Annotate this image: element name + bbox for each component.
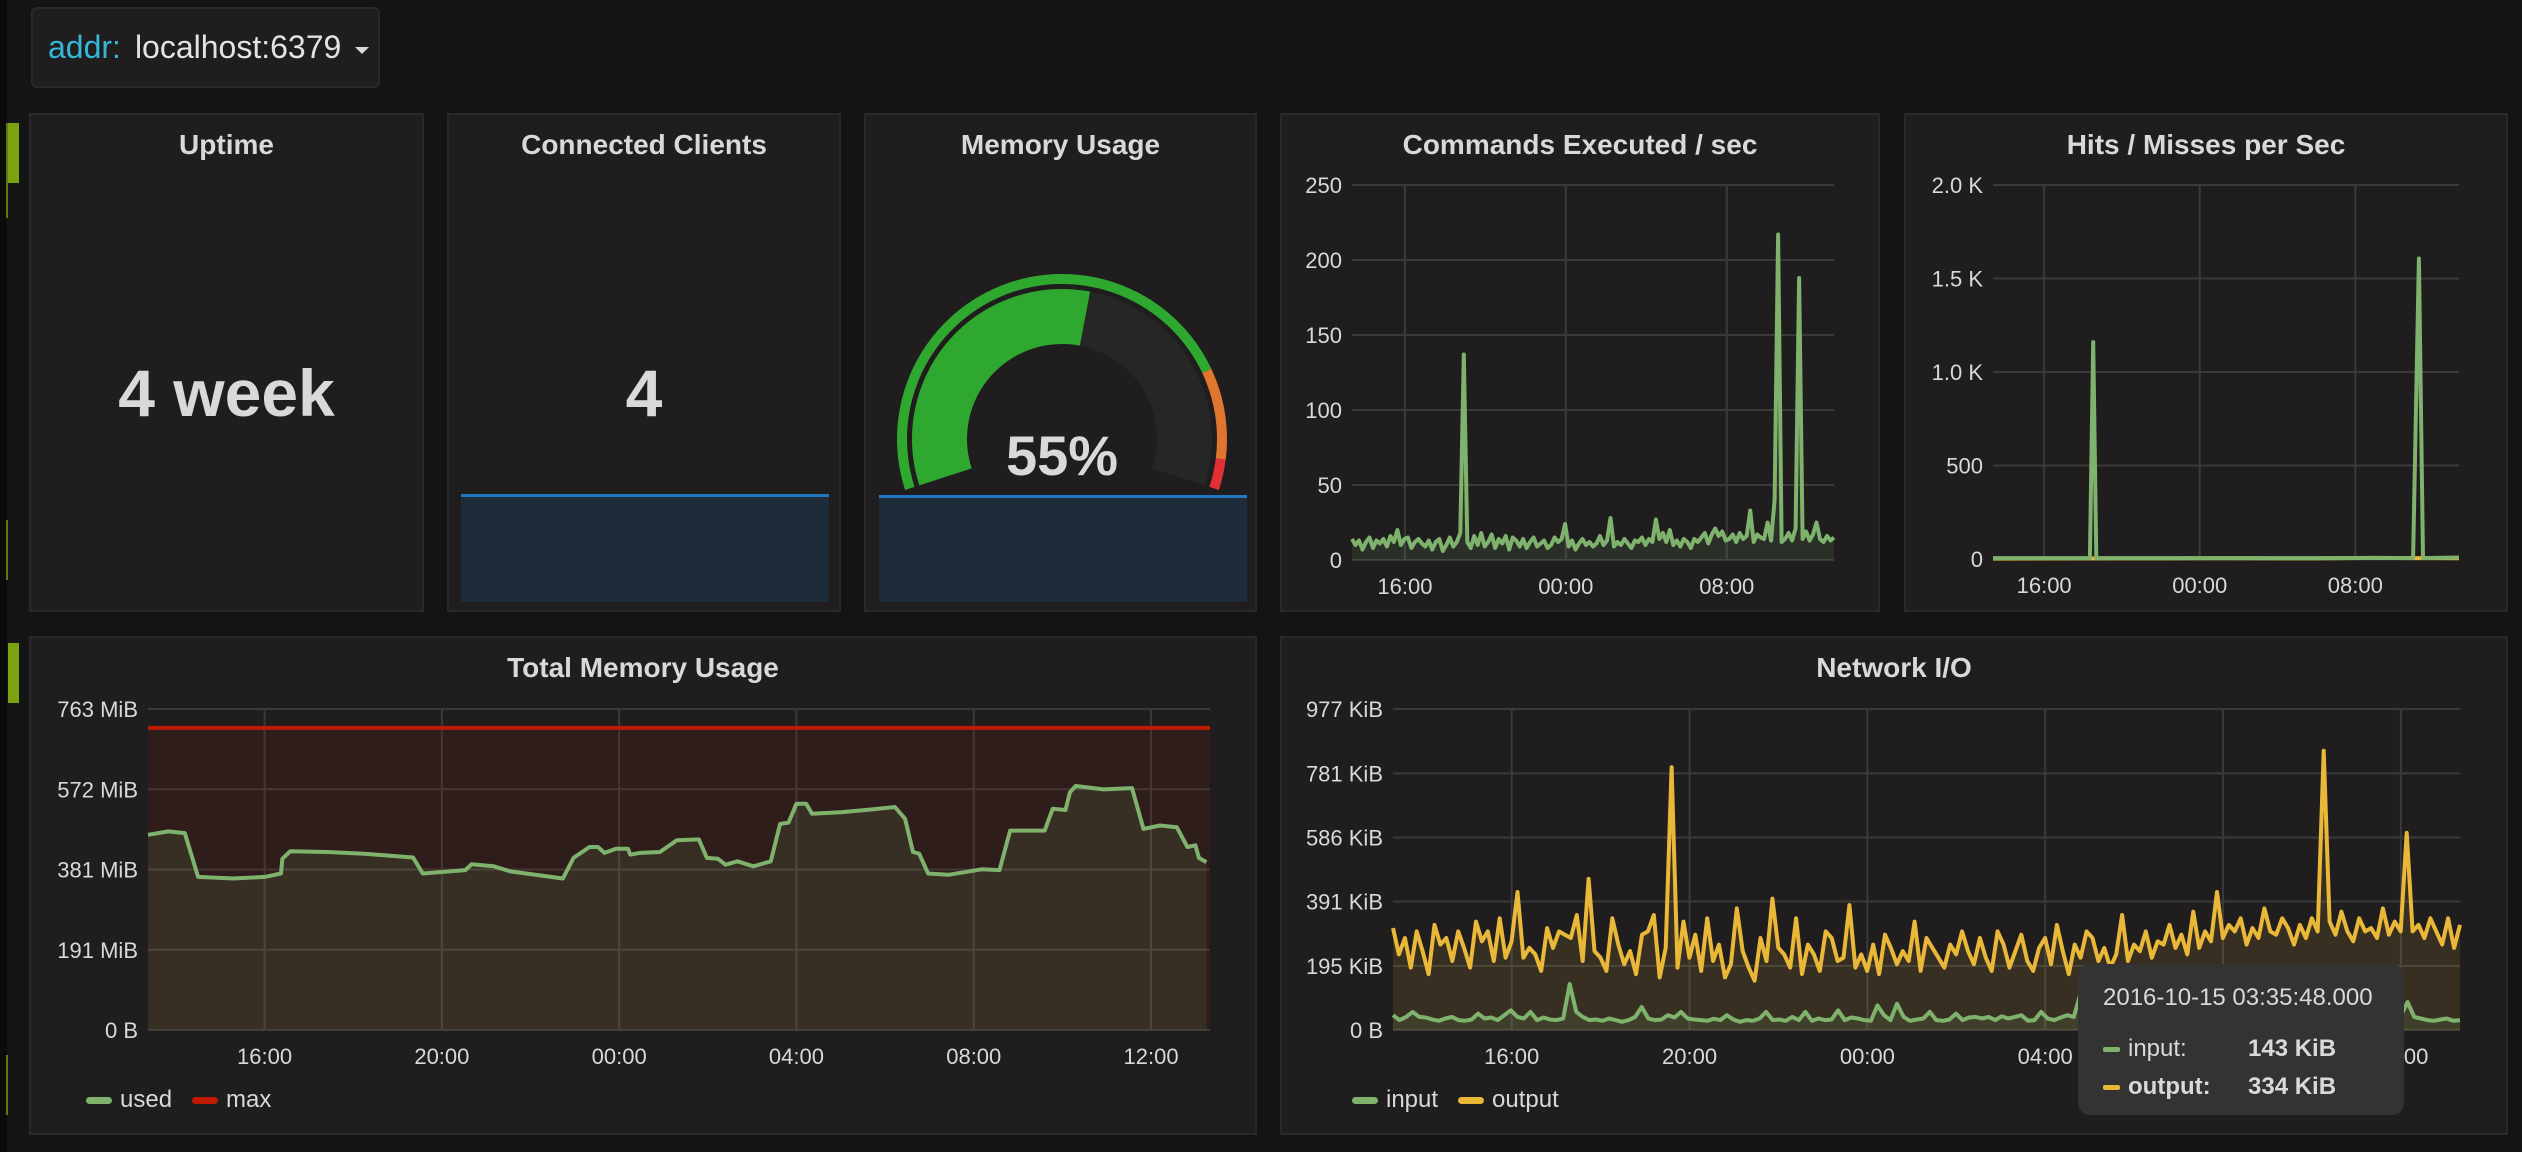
- memory-gauge: 55%: [897, 273, 1227, 490]
- y-tick-label: 0: [1971, 547, 1983, 572]
- x-tick-label: 08:00: [2328, 573, 2383, 598]
- tooltip-series-value: 143 KiB: [2248, 1035, 2337, 1062]
- legend-swatch: [86, 1096, 112, 1104]
- variable-selector[interactable]: addr: localhost:6379: [31, 7, 380, 88]
- legend-label: used: [120, 1086, 173, 1113]
- connected-clients-value: 4: [625, 356, 663, 430]
- y-tick-label: 391 KiB: [1306, 890, 1383, 915]
- legend-label: output: [1492, 1086, 1559, 1113]
- y-tick-label: 195 KiB: [1306, 954, 1383, 979]
- series-line-hits[interactable]: [1993, 256, 2460, 561]
- x-tick-label: 12:00: [1124, 1044, 1179, 1069]
- panel-uptime: Uptime 4 week: [29, 113, 424, 612]
- memory-usage-value: 55%: [1006, 424, 1118, 487]
- legend-item-output[interactable]: output: [1458, 1086, 1559, 1114]
- panel-total-memory-usage: Total Memory Usage 0 B 191 MiB 381 MiB 572 …: [29, 636, 1257, 1135]
- y-tick-label: 50: [1318, 473, 1342, 498]
- row-indicator: [6, 123, 8, 218]
- variable-value-dropdown[interactable]: localhost:6379: [135, 29, 341, 66]
- legend-swatch: [1458, 1096, 1485, 1104]
- gauge-threshold-crit: [1209, 458, 1226, 490]
- tooltip-series-value: 334 KiB: [2248, 1073, 2337, 1100]
- x-tick-label: 20:00: [1662, 1044, 1717, 1069]
- panel-memory-usage: Memory Usage 55%: [864, 113, 1257, 612]
- tooltip-swatch: [2103, 1084, 2120, 1090]
- y-tick-label: 250: [1305, 173, 1342, 198]
- y-tick-label: 0 B: [1350, 1018, 1383, 1043]
- y-tick-label: 2.0 K: [1932, 173, 1984, 198]
- tooltip-swatch: [2103, 1046, 2120, 1052]
- y-tick-label: 1.0 K: [1932, 360, 1984, 385]
- legend-item-used[interactable]: used: [86, 1086, 172, 1114]
- row-indicator: [6, 1055, 8, 1115]
- x-tick-label: 00:00: [1840, 1044, 1895, 1069]
- uptime-value: 4 week: [118, 356, 335, 430]
- hits-misses-chart[interactable]: 0 500 1.0 K 1.5 K 2.0 K 16:00 00:00 08:00: [1906, 115, 2510, 614]
- y-tick-label: 781 KiB: [1306, 761, 1383, 786]
- tooltip-row-output: output: 334 KiB: [2103, 1068, 2379, 1106]
- legend-label: max: [226, 1086, 272, 1113]
- tooltip-series-name: output:: [2128, 1073, 2211, 1100]
- x-tick-label: 00:00: [592, 1044, 647, 1069]
- clients-sparkline: [461, 494, 829, 602]
- x-tick-label: 16:00: [1484, 1044, 1539, 1069]
- x-tick-label: 16:00: [2017, 573, 2072, 598]
- total-memory-chart[interactable]: 0 B 191 MiB 381 MiB 572 MiB 763 MiB 16:00 20:0…: [31, 638, 1259, 1137]
- row-collapse-handle[interactable]: [8, 643, 19, 703]
- y-tick-label: 191 MiB: [57, 938, 138, 963]
- commands-chart[interactable]: 0 50 100 150 200 250 16:00 00:00 08:00: [1282, 115, 1882, 614]
- caret-down-icon[interactable]: [355, 47, 370, 54]
- y-tick-label: 150: [1305, 323, 1342, 348]
- y-tick-label: 977 KiB: [1306, 697, 1383, 722]
- y-tick-label: 200: [1305, 248, 1342, 273]
- y-tick-label: 1.5 K: [1932, 267, 1984, 292]
- tooltip-row-input: input: 143 KiB: [2103, 1030, 2379, 1068]
- x-tick-label: 20:00: [414, 1044, 469, 1069]
- legend: input output: [1352, 1086, 1579, 1114]
- series-area-commands: [1352, 234, 1834, 560]
- panel-title[interactable]: Connected Clients: [449, 129, 839, 161]
- y-tick-label: 0: [1330, 548, 1342, 573]
- panel-commands-executed: Commands Executed / sec 0 50 100 150 200 250 1…: [1280, 113, 1880, 612]
- panel-connected-clients: Connected Clients 4: [447, 113, 841, 612]
- row-indicator: [6, 520, 8, 580]
- graph-tooltip: 2016-10-15 03:35:48.000 input: 143 KiB o…: [2078, 964, 2404, 1115]
- legend-item-max[interactable]: max: [192, 1086, 271, 1114]
- legend-label: input: [1386, 1086, 1439, 1113]
- series-line-commands[interactable]: [1350, 232, 1836, 553]
- panel-title[interactable]: Uptime: [31, 129, 422, 161]
- x-tick-label: 08:00: [946, 1044, 1001, 1069]
- x-tick-label: 04:00: [2018, 1044, 2073, 1069]
- row-collapse-handle[interactable]: [8, 123, 19, 183]
- y-tick-label: 586 KiB: [1306, 825, 1383, 850]
- x-tick-label: 16:00: [1377, 574, 1432, 599]
- x-tick-label: 08:00: [1699, 574, 1754, 599]
- x-tick-label: 00:00: [1538, 574, 1593, 599]
- legend: used max: [86, 1086, 291, 1114]
- variable-label: addr:: [48, 29, 121, 65]
- y-tick-label: 763 MiB: [57, 697, 138, 722]
- tooltip-series-name: input:: [2128, 1035, 2187, 1062]
- y-tick-label: 100: [1305, 398, 1342, 423]
- x-tick-label: 00:00: [2172, 573, 2227, 598]
- x-tick-label: 04:00: [769, 1044, 824, 1069]
- y-tick-label: 0 B: [105, 1018, 138, 1043]
- x-tick-label: 16:00: [237, 1044, 292, 1069]
- legend-swatch: [1352, 1096, 1378, 1104]
- y-tick-label: 572 MiB: [57, 777, 138, 802]
- y-tick-label: 381 MiB: [57, 858, 138, 883]
- panel-hits-misses: Hits / Misses per Sec 0 500 1.0 K 1.5 K 2.0 …: [1904, 113, 2508, 612]
- legend-item-input[interactable]: input: [1352, 1086, 1438, 1114]
- tooltip-time: 2016-10-15 03:35:48.000: [2103, 984, 2373, 1011]
- legend-swatch: [192, 1096, 219, 1104]
- y-tick-label: 500: [1946, 454, 1983, 479]
